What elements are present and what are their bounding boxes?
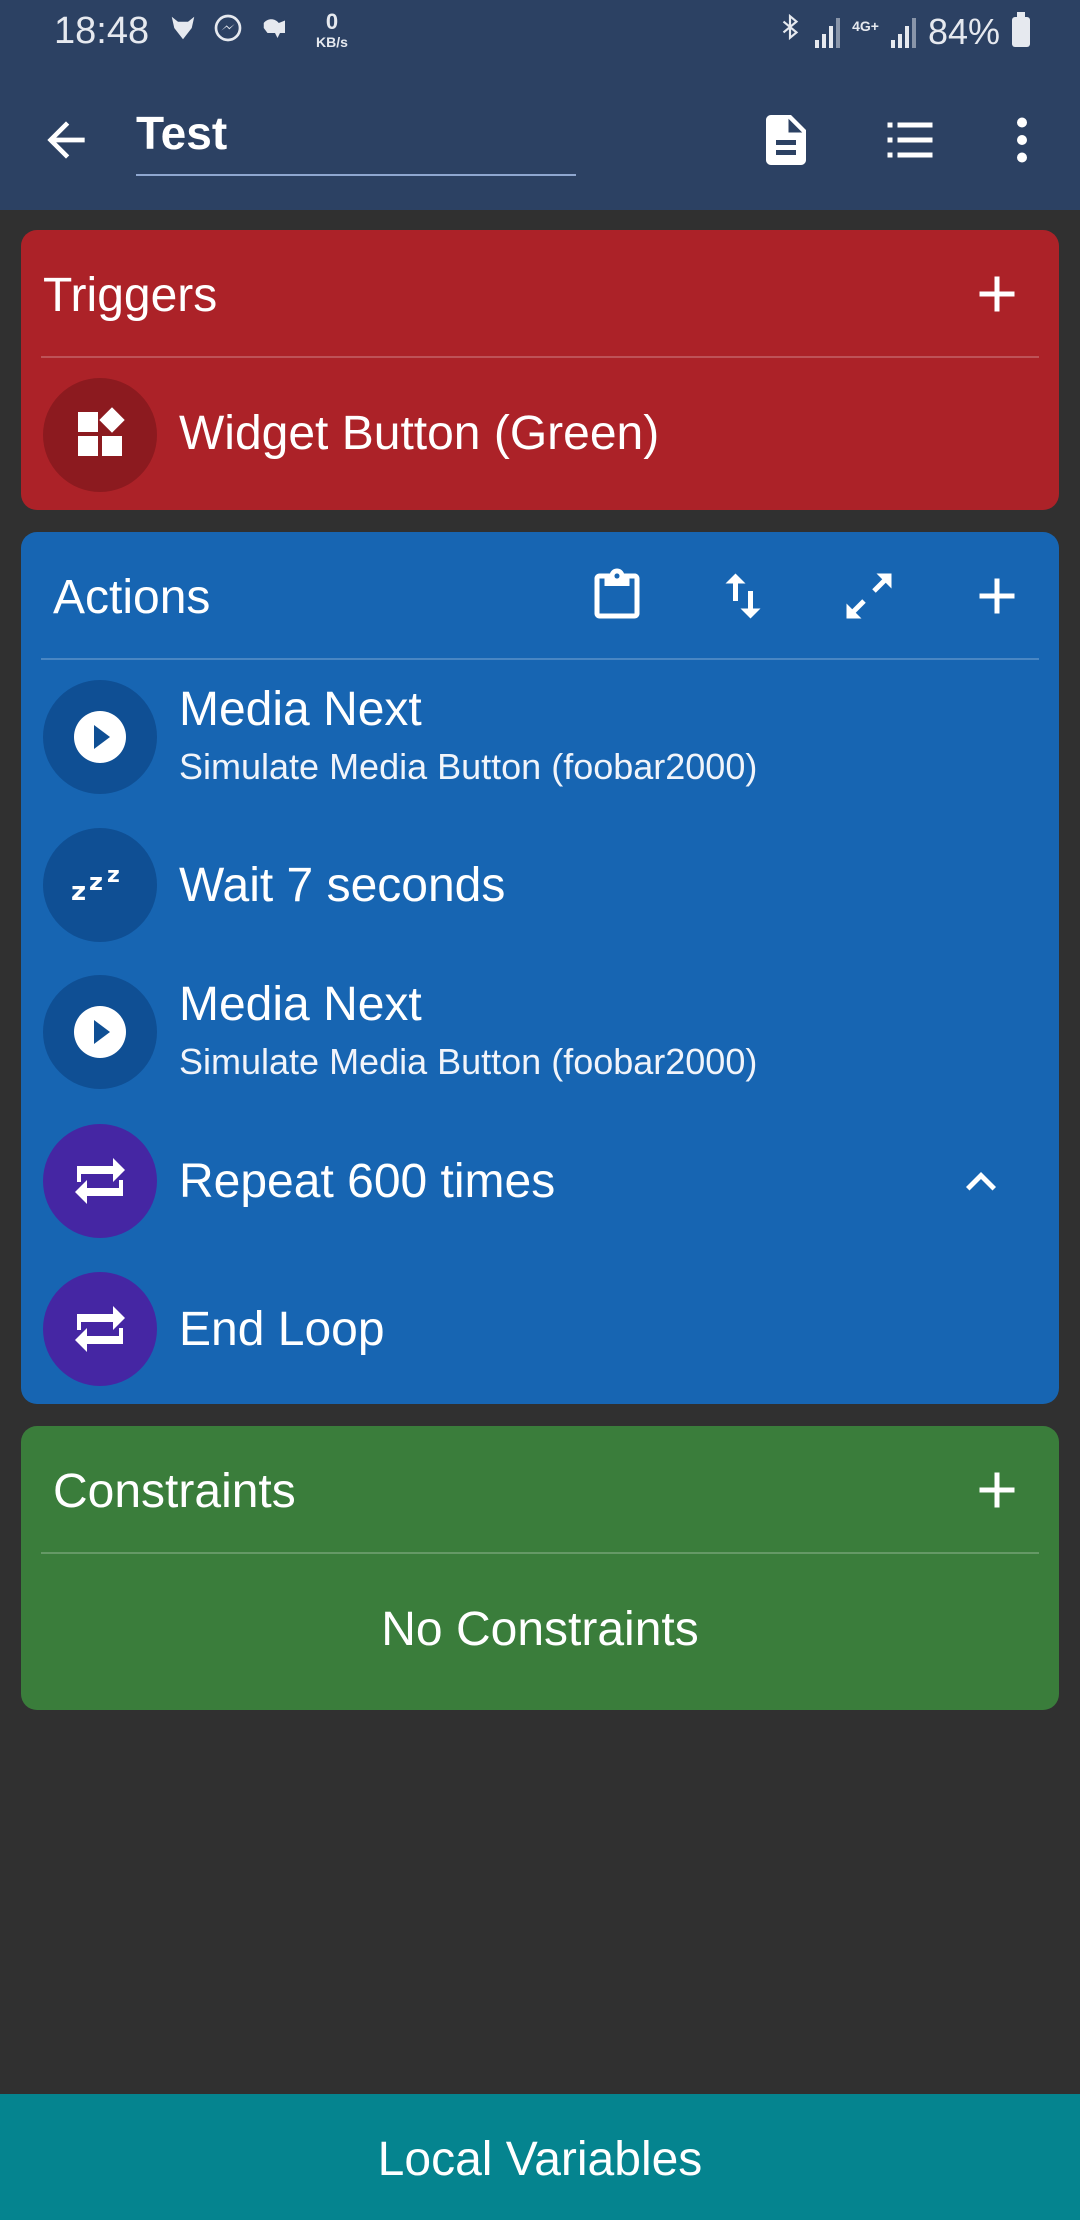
- top-toolbar: Test: [0, 62, 1080, 210]
- play-icon: [43, 680, 157, 794]
- action-item[interactable]: End Loop: [21, 1272, 1059, 1388]
- repeat-icon: [43, 1272, 157, 1386]
- actions-label: Actions: [53, 571, 211, 624]
- triggers-label: Triggers: [43, 269, 218, 322]
- widgets-icon: [43, 378, 157, 492]
- action-subtitle: Simulate Media Button (foobar2000): [179, 1041, 758, 1082]
- sleep-zzz-icon: z z z: [43, 828, 157, 942]
- expand-icon[interactable]: [839, 566, 899, 626]
- triggers-card: Triggers Widget Button (Green): [21, 230, 1059, 510]
- status-time: 18:48: [54, 10, 150, 52]
- clipboard-icon[interactable]: [587, 566, 647, 626]
- action-item[interactable]: z z z Wait 7 seconds: [21, 828, 1059, 944]
- status-bar: 18:48 0 KB/s 4G+ 84%: [0, 0, 1080, 62]
- local-variables-button[interactable]: Local Variables: [0, 2094, 1080, 2220]
- constraints-label: Constraints: [53, 1465, 296, 1518]
- trigger-title: Widget Button (Green): [179, 407, 660, 460]
- arrow-left-icon[interactable]: [38, 112, 94, 168]
- action-title: Media Next: [179, 978, 422, 1031]
- triggers-header: Triggers: [21, 230, 1059, 358]
- bluetooth-icon: [777, 10, 803, 53]
- actions-card: Actions Media Next Simulate Media Button…: [21, 532, 1059, 1404]
- net-speed: 0 KB/s: [316, 9, 348, 51]
- divider: [41, 356, 1039, 358]
- action-item[interactable]: Media Next Simulate Media Button (foobar…: [21, 680, 1059, 796]
- macro-name-field[interactable]: Test: [136, 106, 576, 176]
- svg-text:z: z: [107, 863, 120, 888]
- macro-name-text[interactable]: Test: [136, 106, 227, 160]
- add-constraint-icon[interactable]: [967, 1460, 1027, 1520]
- more-vert-icon[interactable]: [992, 110, 1052, 170]
- messenger-icon: [212, 12, 244, 52]
- network-type: 4G+: [852, 17, 879, 34]
- list-icon[interactable]: [880, 110, 940, 170]
- action-item[interactable]: Repeat 600 times: [21, 1124, 1059, 1240]
- svg-text:z: z: [71, 877, 86, 907]
- local-variables-label: Local Variables: [377, 2133, 703, 2186]
- play-icon: [43, 975, 157, 1089]
- trigger-item[interactable]: Widget Button (Green): [21, 378, 1059, 494]
- divider: [41, 658, 1039, 660]
- svg-text:z: z: [89, 868, 103, 896]
- constraints-header: Constraints: [21, 1426, 1059, 1554]
- action-title: End Loop: [179, 1303, 385, 1356]
- battery-icon: [1012, 11, 1030, 47]
- divider: [41, 1552, 1039, 1554]
- action-subtitle: Simulate Media Button (foobar2000): [179, 746, 758, 787]
- action-title: Media Next: [179, 683, 422, 736]
- notification-icons: [168, 12, 292, 52]
- app-icon: [258, 13, 292, 51]
- battery-percent: 84%: [927, 10, 1000, 52]
- add-trigger-icon[interactable]: [967, 264, 1027, 324]
- reorder-icon[interactable]: [713, 566, 773, 626]
- signal-icon: [815, 16, 841, 48]
- chevron-up-icon[interactable]: [951, 1152, 1011, 1212]
- signal-icon-2: [890, 16, 916, 48]
- action-item[interactable]: Media Next Simulate Media Button (foobar…: [21, 975, 1059, 1091]
- repeat-icon: [43, 1124, 157, 1238]
- add-action-icon[interactable]: [967, 566, 1027, 626]
- action-title: Repeat 600 times: [179, 1155, 556, 1208]
- fox-icon: [168, 13, 198, 51]
- actions-header: Actions: [21, 532, 1059, 660]
- action-title: Wait 7 seconds: [179, 859, 506, 912]
- constraints-card: Constraints No Constraints: [21, 1426, 1059, 1710]
- no-constraints-text: No Constraints: [381, 1603, 699, 1656]
- status-right: 4G+ 84%: [777, 10, 1030, 53]
- document-icon[interactable]: [756, 110, 816, 170]
